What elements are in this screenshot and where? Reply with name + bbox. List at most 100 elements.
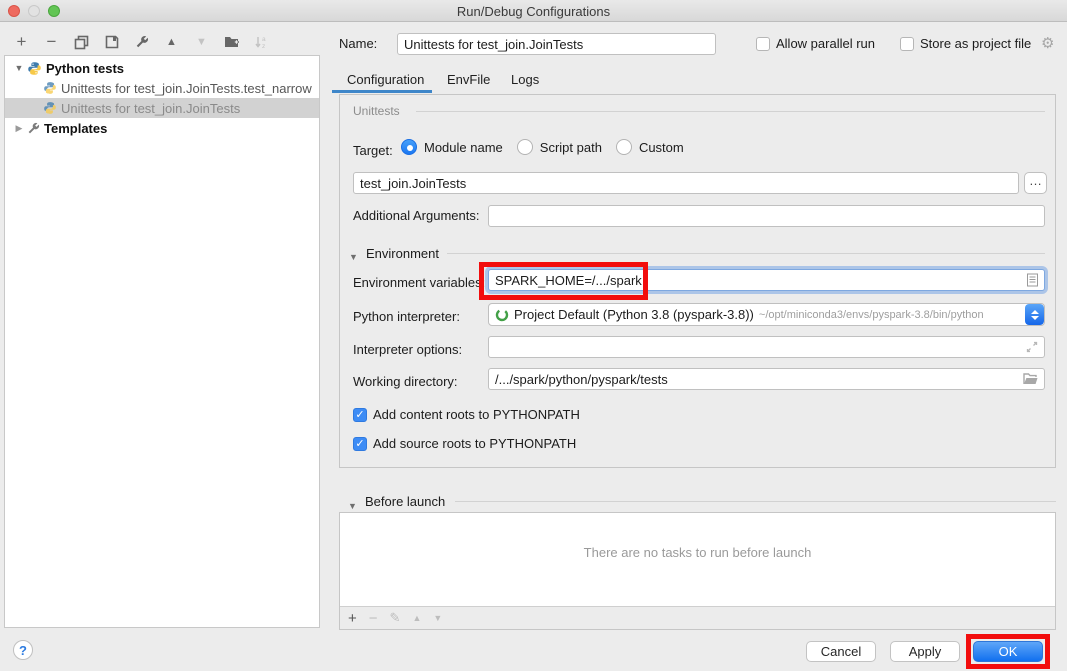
python-icon xyxy=(43,101,57,115)
help-button[interactable]: ? xyxy=(13,640,33,660)
wrench-icon xyxy=(27,122,40,135)
tab-configuration[interactable]: Configuration xyxy=(347,72,424,87)
python-interpreter-select[interactable]: Project Default (Python 3.8 (pyspark-3.8… xyxy=(488,303,1045,326)
svg-text:a: a xyxy=(262,36,266,43)
additional-arguments-label: Additional Arguments: xyxy=(353,208,479,223)
no-tasks-message: There are no tasks to run before launch xyxy=(340,545,1055,560)
remove-configuration-icon[interactable]: − xyxy=(43,34,60,51)
tree-item-templates[interactable]: ▶ Templates xyxy=(5,118,319,138)
radio-custom-label: Custom xyxy=(639,140,684,155)
python-interpreter-label: Python interpreter: xyxy=(353,309,460,324)
target-label: Target: xyxy=(353,143,393,158)
remove-task-icon: − xyxy=(369,610,378,627)
name-label: Name: xyxy=(339,36,377,51)
sort-configurations-icon: az xyxy=(253,34,270,51)
move-task-up-icon: ▲ xyxy=(412,613,421,623)
svg-text:z: z xyxy=(262,43,265,50)
target-input[interactable] xyxy=(353,172,1019,194)
target-radio-group: Module name Script path Custom xyxy=(401,139,684,155)
configurations-toolbar: + − ▲ ▼ az xyxy=(13,33,270,51)
section-divider xyxy=(416,111,1045,112)
tasks-toolbar: + − ✎ ▲ ▼ xyxy=(340,606,1055,629)
move-down-icon: ▼ xyxy=(193,34,210,51)
environment-variables-label: Environment variables: xyxy=(353,275,485,290)
add-task-icon[interactable]: + xyxy=(348,610,357,627)
python-icon xyxy=(43,81,57,95)
before-launch-tasks-box: There are no tasks to run before launch … xyxy=(339,512,1056,630)
save-configuration-icon[interactable] xyxy=(103,34,120,51)
section-divider xyxy=(447,253,1045,254)
before-launch-collapse-icon[interactable]: ▼ xyxy=(348,497,357,512)
python-icon xyxy=(27,61,42,76)
unittests-section-label: Unittests xyxy=(353,104,400,118)
interpreter-options-label: Interpreter options: xyxy=(353,342,462,357)
python-interpreter-value: Project Default (Python 3.8 (pyspark-3.8… xyxy=(514,307,754,322)
gear-icon[interactable]: ⚙ xyxy=(1041,34,1054,52)
open-folder-icon[interactable] xyxy=(1023,373,1038,385)
name-input[interactable] xyxy=(397,33,716,55)
checkbox-checked-icon[interactable]: ✓ xyxy=(353,437,367,451)
additional-arguments-input[interactable] xyxy=(488,205,1045,227)
before-launch-label: Before launch xyxy=(365,494,445,509)
chevron-expanded-icon[interactable]: ▼ xyxy=(13,63,25,73)
window-title: Run/Debug Configurations xyxy=(0,4,1067,19)
radio-script-path[interactable] xyxy=(517,139,533,155)
tab-envfile[interactable]: EnvFile xyxy=(447,72,490,87)
checkbox-checked-icon[interactable]: ✓ xyxy=(353,408,367,422)
conda-env-icon xyxy=(495,308,509,322)
browse-env-vars-icon[interactable] xyxy=(1027,274,1038,287)
dropdown-stepper-icon[interactable] xyxy=(1025,304,1044,325)
allow-parallel-run-label: Allow parallel run xyxy=(776,36,875,51)
apply-button[interactable]: Apply xyxy=(890,641,960,662)
tree-item-label: Python tests xyxy=(46,61,124,76)
new-folder-icon[interactable] xyxy=(223,34,240,51)
active-tab-indicator xyxy=(332,90,432,93)
radio-script-path-label: Script path xyxy=(540,140,602,155)
edit-task-icon: ✎ xyxy=(390,610,401,626)
allow-parallel-run-checkbox[interactable]: Allow parallel run xyxy=(756,36,875,51)
environment-variables-input[interactable] xyxy=(488,269,1045,291)
add-content-roots-label: Add content roots to PYTHONPATH xyxy=(373,407,580,422)
checkbox-unchecked-icon[interactable] xyxy=(756,37,770,51)
store-as-project-file-label: Store as project file xyxy=(920,36,1031,51)
tree-item-label: Templates xyxy=(44,121,107,136)
tab-logs[interactable]: Logs xyxy=(511,72,539,87)
working-directory-label: Working directory: xyxy=(353,374,458,389)
configurations-tree: ▼ Python tests Unittests for test_join.J… xyxy=(4,55,320,628)
chevron-collapsed-icon[interactable]: ▶ xyxy=(13,123,25,134)
browse-target-button[interactable]: … xyxy=(1024,172,1047,194)
working-directory-input[interactable] xyxy=(488,368,1045,390)
edit-templates-icon[interactable] xyxy=(133,34,150,51)
environment-variables-field-wrap xyxy=(488,269,1045,291)
tree-item-label: Unittests for test_join.JoinTests xyxy=(61,101,240,116)
add-source-roots-label: Add source roots to PYTHONPATH xyxy=(373,436,576,451)
radio-module-name[interactable] xyxy=(401,139,417,155)
add-configuration-icon[interactable]: + xyxy=(13,34,30,51)
tree-item-unittest-narrow[interactable]: Unittests for test_join.JoinTests.test_n… xyxy=(5,78,319,98)
add-source-roots-checkbox[interactable]: ✓ Add source roots to PYTHONPATH xyxy=(353,436,576,451)
python-interpreter-path: ~/opt/miniconda3/envs/pyspark-3.8/bin/py… xyxy=(759,309,984,321)
environment-collapse-icon[interactable]: ▼ xyxy=(349,248,358,263)
working-directory-field-wrap xyxy=(488,368,1045,390)
move-task-down-icon: ▼ xyxy=(433,613,442,623)
copy-configuration-icon[interactable] xyxy=(73,34,90,51)
environment-section-label: Environment xyxy=(366,246,439,261)
run-debug-configurations-dialog: { "window": { "title": "Run/Debug Config… xyxy=(0,0,1067,671)
checkbox-unchecked-icon[interactable] xyxy=(900,37,914,51)
add-content-roots-checkbox[interactable]: ✓ Add content roots to PYTHONPATH xyxy=(353,407,580,422)
store-as-project-file-checkbox[interactable]: Store as project file xyxy=(900,36,1031,51)
cancel-button[interactable]: Cancel xyxy=(806,641,876,662)
move-up-icon[interactable]: ▲ xyxy=(163,34,180,51)
expand-field-icon[interactable] xyxy=(1026,341,1038,353)
interpreter-options-field-wrap xyxy=(488,336,1045,358)
configuration-panel: Unittests Target: Module name Script pat… xyxy=(339,94,1056,468)
tree-item-label: Unittests for test_join.JoinTests.test_n… xyxy=(61,81,312,96)
ok-button[interactable]: OK xyxy=(973,641,1043,662)
radio-module-name-label: Module name xyxy=(424,140,503,155)
tree-item-unittest-jointests[interactable]: Unittests for test_join.JoinTests xyxy=(5,98,319,118)
section-divider xyxy=(455,501,1056,502)
radio-custom[interactable] xyxy=(616,139,632,155)
tree-item-python-tests[interactable]: ▼ Python tests xyxy=(5,58,319,78)
interpreter-options-input[interactable] xyxy=(488,336,1045,358)
title-bar: Run/Debug Configurations xyxy=(0,0,1067,22)
